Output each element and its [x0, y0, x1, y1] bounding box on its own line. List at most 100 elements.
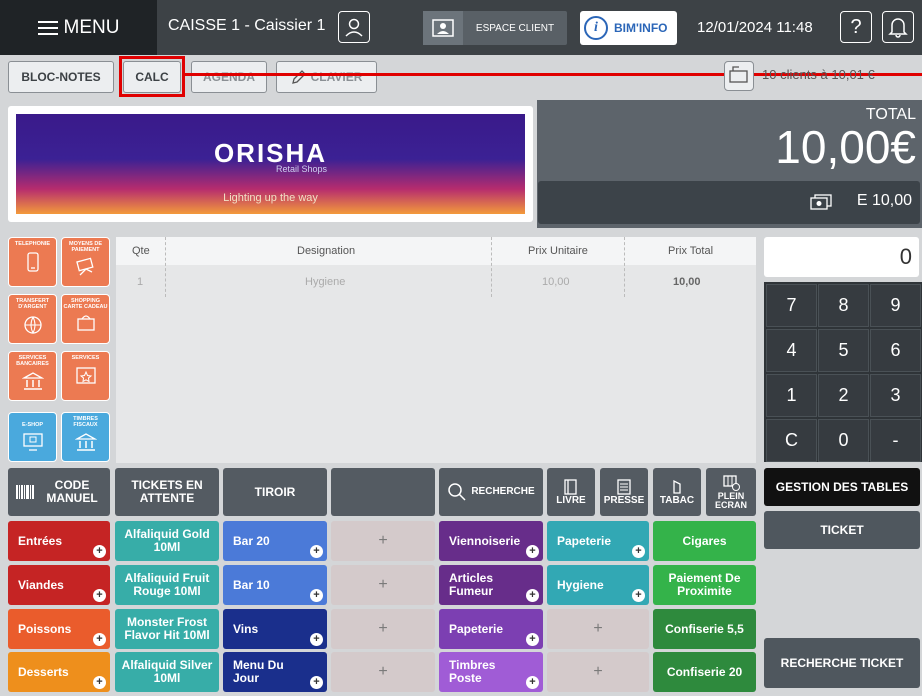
key-5[interactable]: 5 [818, 329, 869, 372]
bell-icon[interactable] [882, 11, 914, 43]
plus-icon: + [93, 545, 106, 558]
grid-papeterie-purple[interactable]: Papeterie + [439, 609, 543, 649]
keypad-display [764, 237, 919, 277]
grid-poissons[interactable]: Poissons + [8, 609, 110, 649]
tabac-button[interactable]: TABAC [653, 468, 701, 516]
recherche-ticket-button[interactable]: RECHERCHE TICKET [764, 638, 920, 688]
grid-empty-slot[interactable]: + [331, 609, 435, 649]
menu-button[interactable]: MENU [0, 0, 157, 55]
code-manuel-button[interactable]: CODE MANUEL [8, 468, 110, 516]
grid-label: Viennoiserie [449, 533, 521, 548]
tile-carte-cadeau[interactable]: SHOPPING CARTE CADEAU [61, 294, 110, 344]
grid-viennoiserie[interactable]: Viennoiserie + [439, 521, 543, 561]
clavier-button[interactable]: CLAVIER [276, 61, 377, 93]
grid-papeterie[interactable]: Papeterie + [547, 521, 649, 561]
gestion-tables-button[interactable]: GESTION DES TABLES [764, 468, 920, 506]
plus-icon: + [310, 633, 323, 646]
grid-alfaliquid-fruit-rouge[interactable]: Alfaliquid Fruit Rouge 10Ml [115, 565, 219, 605]
clients-queue-icon[interactable] [724, 61, 754, 91]
grid-hygiene[interactable]: Hygiene + [547, 565, 649, 605]
user-icon[interactable] [338, 11, 370, 43]
tile-eshop[interactable]: E-SHOP [8, 412, 57, 462]
grid-monster-frost[interactable]: Monster Frost Flavor Hit 10Ml [115, 609, 219, 649]
ticket-button[interactable]: TICKET [764, 511, 920, 549]
barcode-icon [16, 485, 34, 499]
bim-info-button[interactable]: i BIM'INFO [580, 11, 677, 45]
grid-viandes[interactable]: Viandes + [8, 565, 110, 605]
empty-action-button[interactable] [331, 468, 435, 516]
tile-services[interactable]: SERVICES [61, 351, 110, 401]
key-minus[interactable]: - [870, 419, 921, 462]
row-total-price[interactable]: 10,00 [673, 276, 701, 288]
col-header-prix-total: Prix Total [668, 245, 714, 257]
help-icon[interactable]: ? [840, 11, 872, 43]
tile-label: TIMBRES FISCAUX [73, 416, 98, 429]
tile-moyens-paiement[interactable]: MOYENS DE PAIEMENT [61, 237, 110, 287]
recherche-button[interactable]: RECHERCHE [439, 468, 543, 516]
banner-logo-sub: Retail Shops [276, 164, 328, 174]
grid-vins[interactable]: Vins + [223, 609, 327, 649]
grid-empty-slot[interactable]: + [331, 565, 435, 605]
key-4[interactable]: 4 [766, 329, 817, 372]
bloc-notes-button[interactable]: BLOC-NOTES [8, 61, 114, 93]
grid-cigares[interactable]: Cigares [653, 521, 756, 561]
agenda-button[interactable]: AGENDA [191, 61, 267, 93]
grid-alfaliquid-gold[interactable]: Alfaliquid Gold 10Ml [115, 521, 219, 561]
grid-alfaliquid-silver[interactable]: Alfaliquid Silver 10Ml [115, 652, 219, 692]
grid-confiserie-5-5[interactable]: Confiserie 5,5 [653, 609, 756, 649]
grid-empty-slot[interactable]: + [547, 609, 649, 649]
key-1[interactable]: 1 [766, 374, 817, 417]
plus-icon: + [93, 633, 106, 646]
grid-bar-10[interactable]: Bar 10 + [223, 565, 327, 605]
key-9[interactable]: 9 [870, 284, 921, 327]
key-2[interactable]: 2 [818, 374, 869, 417]
grid-empty-slot[interactable]: + [331, 652, 435, 692]
plus-icon: + [526, 545, 539, 558]
tile-timbres-fiscaux[interactable]: TIMBRES FISCAUX [61, 412, 110, 462]
grid-paiement-proximite[interactable]: Paiement De Proximite [653, 565, 756, 605]
pencil-icon [291, 70, 306, 84]
recherche-label: RECHERCHE [471, 485, 535, 497]
plus-icon: + [310, 676, 323, 689]
espace-client-button[interactable]: ESPACE CLIENT [423, 11, 567, 45]
grid-entrees[interactable]: Entrées + [8, 521, 110, 561]
grid-label: Vins [233, 621, 259, 636]
tile-transfert-argent[interactable]: TRANSFERT D'ARGENT [8, 294, 57, 344]
cash-notes-icon [810, 193, 832, 211]
grid-empty-slot[interactable]: + [331, 521, 435, 561]
grid-empty-slot[interactable]: + [547, 652, 649, 692]
row-unit-price[interactable]: 10,00 [542, 276, 570, 288]
grid-timbres-poste[interactable]: Timbres Poste + [439, 652, 543, 692]
search-icon [448, 483, 466, 501]
key-7[interactable]: 7 [766, 284, 817, 327]
key-6[interactable]: 6 [870, 329, 921, 372]
row-designation[interactable]: Hygiene [305, 276, 345, 288]
grid-label: Papeterie [449, 621, 504, 636]
code-manuel-label: CODE MANUEL [46, 478, 98, 505]
row-qty[interactable]: 1 [137, 276, 143, 288]
key-clear[interactable]: C [766, 419, 817, 462]
plein-ecran-button[interactable]: PLEIN ECRAN [706, 468, 756, 516]
gift-card-icon [62, 314, 109, 332]
subtotal-value: E 10,00 [856, 192, 912, 209]
plus-icon: + [310, 589, 323, 602]
column-divider [624, 237, 625, 297]
key-0[interactable]: 0 [818, 419, 869, 462]
livre-button[interactable]: LIVRE [547, 468, 595, 516]
key-8[interactable]: 8 [818, 284, 869, 327]
key-3[interactable]: 3 [870, 374, 921, 417]
grid-confiserie-20[interactable]: Confiserie 20 [653, 652, 756, 692]
bank-icon [9, 371, 56, 391]
grid-bar-20[interactable]: Bar 20 + [223, 521, 327, 561]
fullscreen-icon [723, 474, 740, 491]
total-value: 10,00€ [775, 121, 916, 173]
tile-services-bancaires[interactable]: SERVICES BANCAIRES [8, 351, 57, 401]
grid-menu-du-jour[interactable]: Menu Du Jour + [223, 652, 327, 692]
clients-summary: 10 clients à 10,01 € [762, 67, 875, 82]
grid-desserts[interactable]: Desserts + [8, 652, 110, 692]
tile-telephonie[interactable]: TELEPHONIE [8, 237, 57, 287]
grid-articles-fumeur[interactable]: Articles Fumeur + [439, 565, 543, 605]
tickets-attente-button[interactable]: TICKETS EN ATTENTE [115, 468, 219, 516]
tiroir-button[interactable]: TIROIR [223, 468, 327, 516]
presse-button[interactable]: PRESSE [600, 468, 648, 516]
